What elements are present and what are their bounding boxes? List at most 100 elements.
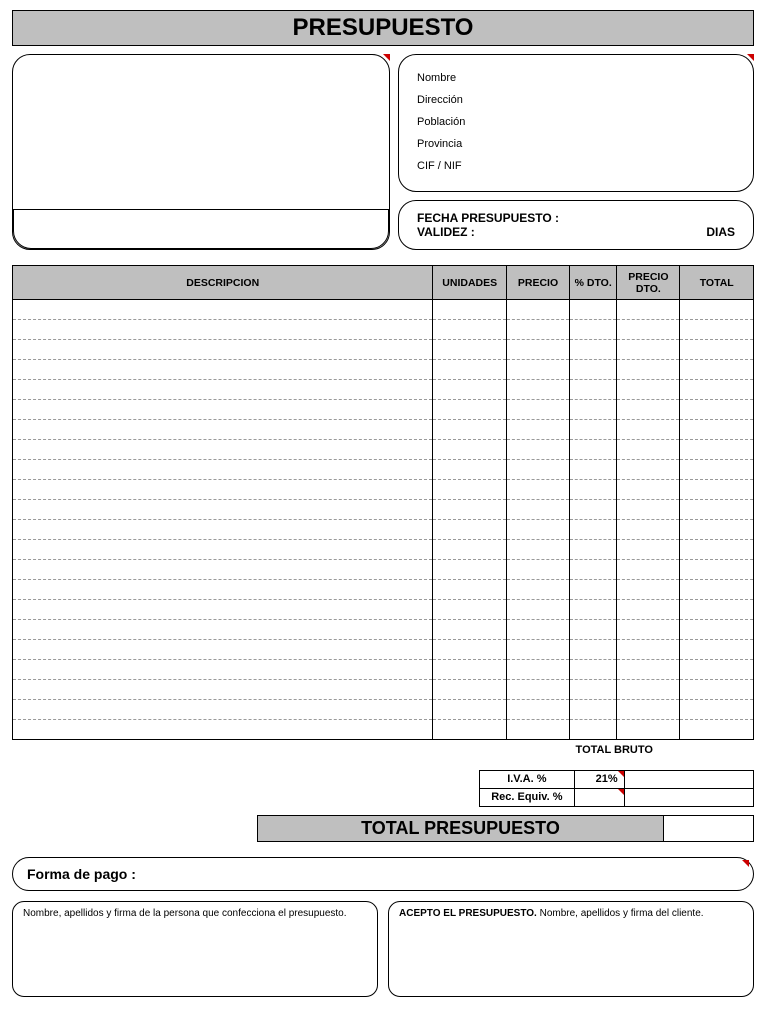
table-row[interactable] (13, 440, 754, 460)
table-cell[interactable] (13, 680, 433, 700)
table-cell[interactable] (570, 340, 617, 360)
table-cell[interactable] (570, 520, 617, 540)
table-cell[interactable] (13, 300, 433, 320)
table-cell[interactable] (617, 480, 680, 500)
table-cell[interactable] (680, 320, 754, 340)
table-cell[interactable] (13, 640, 433, 660)
table-row[interactable] (13, 640, 754, 660)
table-cell[interactable] (506, 660, 569, 680)
table-cell[interactable] (13, 720, 433, 740)
table-row[interactable] (13, 380, 754, 400)
table-cell[interactable] (680, 520, 754, 540)
table-cell[interactable] (570, 360, 617, 380)
table-cell[interactable] (680, 680, 754, 700)
table-cell[interactable] (680, 420, 754, 440)
table-cell[interactable] (13, 560, 433, 580)
table-cell[interactable] (506, 620, 569, 640)
table-cell[interactable] (433, 720, 507, 740)
table-cell[interactable] (617, 520, 680, 540)
table-cell[interactable] (506, 600, 569, 620)
table-cell[interactable] (13, 540, 433, 560)
table-cell[interactable] (570, 320, 617, 340)
table-cell[interactable] (680, 380, 754, 400)
table-cell[interactable] (617, 580, 680, 600)
table-row[interactable] (13, 500, 754, 520)
table-cell[interactable] (433, 460, 507, 480)
table-cell[interactable] (506, 380, 569, 400)
table-cell[interactable] (570, 620, 617, 640)
table-cell[interactable] (617, 680, 680, 700)
table-cell[interactable] (433, 380, 507, 400)
table-cell[interactable] (506, 480, 569, 500)
table-row[interactable] (13, 320, 754, 340)
table-cell[interactable] (506, 560, 569, 580)
table-cell[interactable] (433, 640, 507, 660)
table-cell[interactable] (506, 640, 569, 660)
table-cell[interactable] (570, 500, 617, 520)
table-cell[interactable] (570, 560, 617, 580)
table-cell[interactable] (680, 340, 754, 360)
table-cell[interactable] (506, 340, 569, 360)
table-cell[interactable] (13, 340, 433, 360)
table-cell[interactable] (680, 560, 754, 580)
table-cell[interactable] (506, 540, 569, 560)
table-cell[interactable] (506, 700, 569, 720)
table-cell[interactable] (13, 380, 433, 400)
table-cell[interactable] (570, 640, 617, 660)
table-cell[interactable] (680, 600, 754, 620)
table-cell[interactable] (617, 620, 680, 640)
table-cell[interactable] (680, 580, 754, 600)
table-cell[interactable] (433, 480, 507, 500)
table-cell[interactable] (433, 540, 507, 560)
table-cell[interactable] (680, 620, 754, 640)
table-cell[interactable] (680, 460, 754, 480)
table-cell[interactable] (13, 600, 433, 620)
table-cell[interactable] (680, 360, 754, 380)
table-cell[interactable] (506, 500, 569, 520)
table-cell[interactable] (506, 400, 569, 420)
table-cell[interactable] (570, 700, 617, 720)
table-cell[interactable] (680, 540, 754, 560)
table-cell[interactable] (680, 640, 754, 660)
table-cell[interactable] (506, 320, 569, 340)
table-cell[interactable] (433, 340, 507, 360)
table-cell[interactable] (570, 400, 617, 420)
table-cell[interactable] (680, 400, 754, 420)
table-cell[interactable] (13, 460, 433, 480)
table-cell[interactable] (433, 500, 507, 520)
table-cell[interactable] (433, 360, 507, 380)
table-cell[interactable] (570, 660, 617, 680)
table-row[interactable] (13, 300, 754, 320)
table-cell[interactable] (13, 400, 433, 420)
table-cell[interactable] (506, 440, 569, 460)
table-cell[interactable] (433, 320, 507, 340)
table-cell[interactable] (570, 540, 617, 560)
table-cell[interactable] (570, 380, 617, 400)
table-row[interactable] (13, 660, 754, 680)
table-cell[interactable] (433, 680, 507, 700)
table-cell[interactable] (433, 580, 507, 600)
table-cell[interactable] (433, 300, 507, 320)
table-cell[interactable] (506, 420, 569, 440)
table-cell[interactable] (680, 700, 754, 720)
table-cell[interactable] (617, 640, 680, 660)
table-cell[interactable] (13, 360, 433, 380)
table-cell[interactable] (506, 680, 569, 700)
table-cell[interactable] (13, 420, 433, 440)
table-cell[interactable] (13, 620, 433, 640)
table-row[interactable] (13, 700, 754, 720)
table-cell[interactable] (680, 720, 754, 740)
table-cell[interactable] (433, 400, 507, 420)
table-cell[interactable] (570, 480, 617, 500)
table-cell[interactable] (433, 600, 507, 620)
table-cell[interactable] (570, 720, 617, 740)
table-cell[interactable] (433, 660, 507, 680)
table-cell[interactable] (617, 600, 680, 620)
table-cell[interactable] (680, 480, 754, 500)
table-row[interactable] (13, 560, 754, 580)
table-row[interactable] (13, 420, 754, 440)
table-cell[interactable] (433, 560, 507, 580)
table-cell[interactable] (13, 480, 433, 500)
table-cell[interactable] (13, 660, 433, 680)
table-cell[interactable] (433, 620, 507, 640)
